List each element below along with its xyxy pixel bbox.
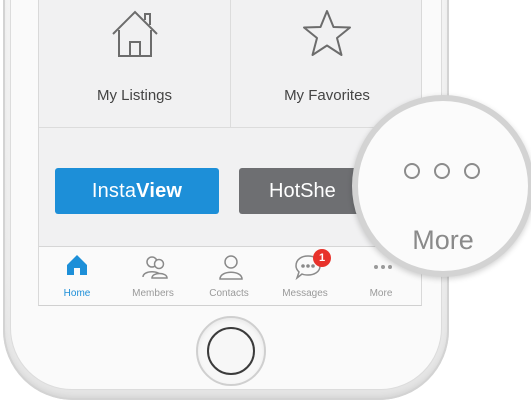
- dot: [464, 163, 480, 179]
- magnified-more-label: More: [412, 225, 474, 255]
- dot: [404, 163, 420, 179]
- tile-my-listings[interactable]: My Listings: [39, 0, 231, 128]
- tab-label: More: [369, 288, 393, 299]
- more-magnifier-callout: More: [352, 95, 531, 277]
- tab-members[interactable]: Members: [115, 247, 191, 305]
- instaview-prefix: Insta: [91, 180, 137, 202]
- home-button-ring: [207, 327, 255, 375]
- more-dots-icon: [404, 155, 494, 185]
- instaview-bold: View: [136, 180, 183, 202]
- tile-label: My Favorites: [284, 87, 370, 104]
- tab-label: Messages: [282, 288, 328, 299]
- home-icon: [67, 255, 87, 275]
- members-icon: [142, 256, 168, 279]
- star-outline-icon: [303, 10, 351, 56]
- dashboard-tiles: My Listings My Favorites: [39, 0, 421, 128]
- dot: [434, 163, 450, 179]
- contact-icon: [219, 255, 243, 280]
- tab-label: Home: [63, 288, 91, 299]
- tile-label: My Listings: [96, 87, 173, 104]
- tab-messages[interactable]: 1 Messages: [267, 247, 343, 305]
- tab-contacts[interactable]: Contacts: [191, 247, 267, 305]
- phone-home-button[interactable]: [196, 316, 266, 386]
- tab-home[interactable]: Home: [39, 247, 115, 305]
- tab-label: Contacts: [209, 288, 249, 299]
- tab-label: Members: [132, 288, 174, 299]
- instaview-button[interactable]: InstaView: [55, 168, 219, 214]
- hotsheet-label: HotShe: [269, 180, 336, 202]
- unread-badge: 1: [313, 249, 331, 267]
- house-outline-icon: [112, 10, 158, 57]
